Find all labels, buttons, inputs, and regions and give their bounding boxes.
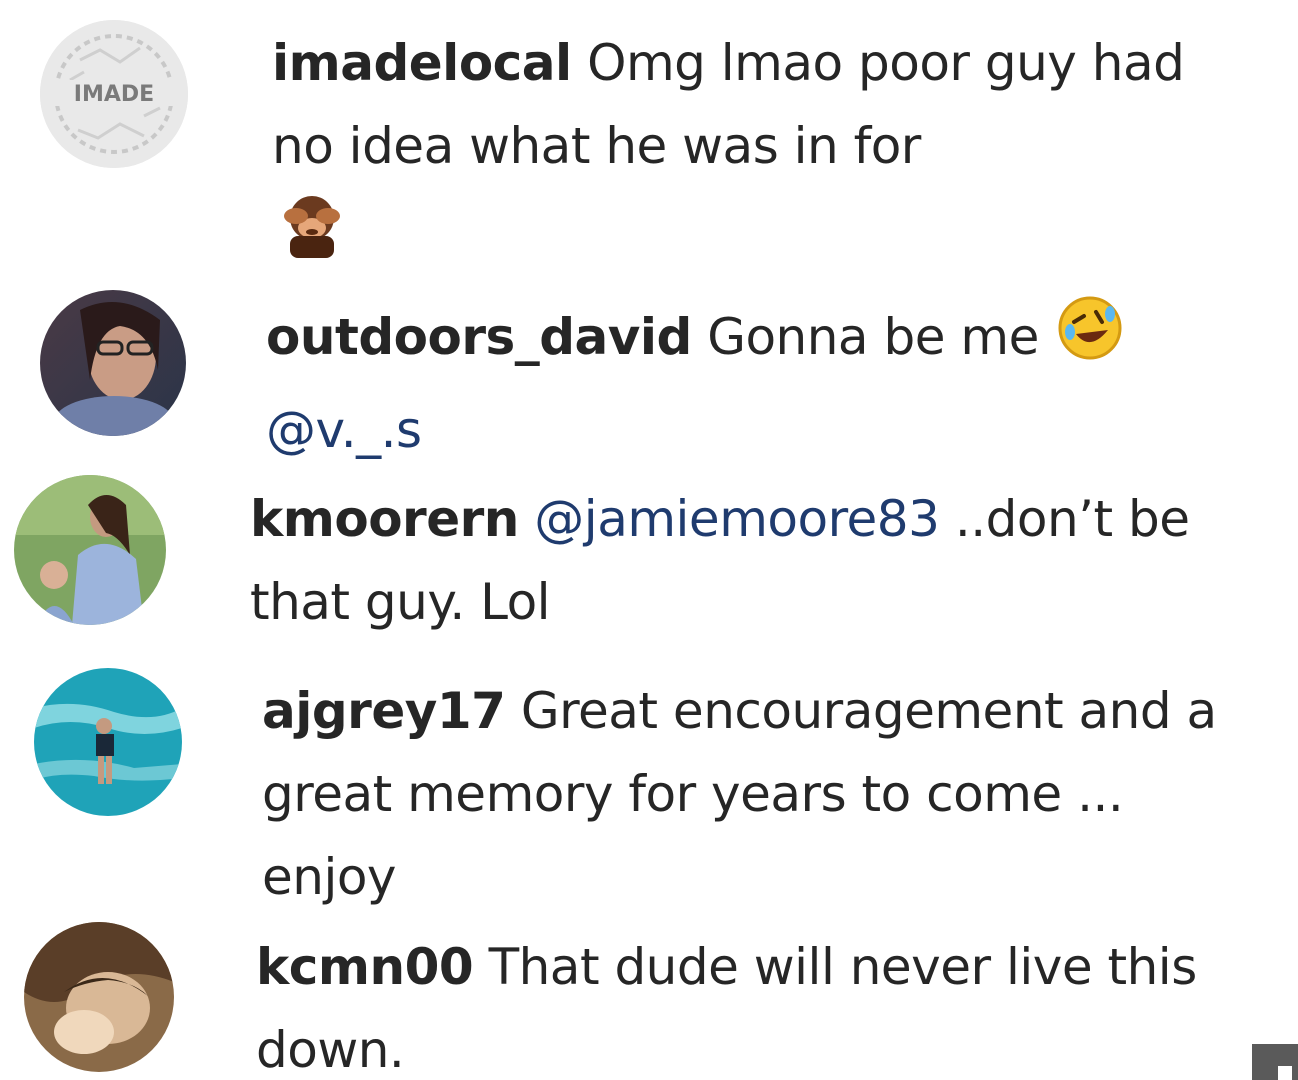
username[interactable]: outdoors_david: [266, 308, 692, 366]
avatar-photo: [14, 475, 166, 625]
avatar[interactable]: [40, 290, 186, 436]
comment-text-block: outdoors_david Gonna be me @v._.s: [266, 292, 1246, 472]
username[interactable]: imadelocal: [272, 34, 572, 92]
corner-overlay-icon: [1252, 1044, 1298, 1080]
avatar[interactable]: IMADE: [40, 20, 188, 168]
see-no-evil-monkey-icon: [272, 188, 352, 293]
mention-link[interactable]: @v._.s: [266, 401, 422, 459]
rolling-on-floor-laughing-icon: [1054, 292, 1126, 389]
avatar-logo-image: IMADE: [40, 20, 188, 168]
comment-text-block: ajgrey17 Great encouragement and a great…: [262, 670, 1222, 919]
comment-text-block: kcmn00 That dude will never live this do…: [256, 926, 1216, 1080]
comments-list: IMADE imadelocal Omg lmao poor guy had n…: [0, 0, 1298, 1080]
avatar[interactable]: [24, 922, 174, 1072]
username[interactable]: kcmn00: [256, 938, 474, 996]
avatar-photo: [34, 668, 182, 816]
comment-text-block: imadelocal Omg lmao poor guy had no idea…: [272, 22, 1232, 293]
avatar[interactable]: [14, 475, 166, 625]
username[interactable]: kmoorern: [250, 490, 519, 548]
comment-text-block: kmoorern @jamiemoore83 ..don’t be that g…: [250, 478, 1260, 644]
svg-text:IMADE: IMADE: [74, 82, 154, 107]
username[interactable]: ajgrey17: [262, 682, 506, 740]
avatar-photo: [24, 922, 174, 1072]
mention-link[interactable]: @jamiemoore83: [534, 490, 940, 548]
avatar[interactable]: [34, 668, 182, 816]
avatar-photo: [40, 290, 186, 436]
comment-body: Gonna be me: [707, 308, 1039, 366]
